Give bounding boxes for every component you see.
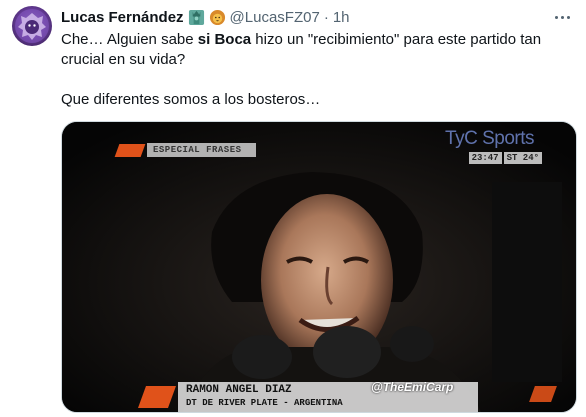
broadcast-clock: 23:47 ST 24° <box>467 152 542 164</box>
tweet-header: Lucas Fernández @LucasFZ07 · 1h <box>61 7 350 27</box>
video-watermark: @TheEmiCarp <box>371 380 454 394</box>
ellipsis-icon <box>554 15 558 19</box>
tweet-paragraph-1: Che… Alguien sabe si Boca hizo un "recib… <box>61 31 542 68</box>
more-options-button[interactable] <box>552 8 572 26</box>
statue-of-liberty-icon <box>188 9 204 25</box>
tweet-media-video[interactable]: TyC Sports 23:47 ST 24° ESPECIAL FRASES … <box>61 121 577 413</box>
lion-icon <box>209 9 225 25</box>
banner-accent <box>114 143 146 157</box>
bold-text: si Boca <box>197 31 252 48</box>
timestamp[interactable]: 1h <box>333 9 350 26</box>
lion-avatar-icon <box>15 9 49 43</box>
tweet-text: Che… Alguien sabe si Boca hizo un "recib… <box>61 30 571 110</box>
segment-banner: ESPECIAL FRASES <box>114 141 256 159</box>
author-display-name[interactable]: Lucas Fernández <box>61 9 184 26</box>
video-frame-image <box>62 122 576 412</box>
broadcaster-logo: TyC Sports <box>445 128 534 149</box>
avatar[interactable] <box>12 6 52 46</box>
tweet-paragraph-2: Que diferentes somos a los bosteros… <box>61 91 321 108</box>
caption-title: DT DE RIVER PLATE - ARGENTINA <box>186 398 343 408</box>
caption-accent <box>137 386 177 408</box>
separator: · <box>323 8 329 26</box>
author-handle[interactable]: @LucasFZ07 <box>230 9 320 26</box>
